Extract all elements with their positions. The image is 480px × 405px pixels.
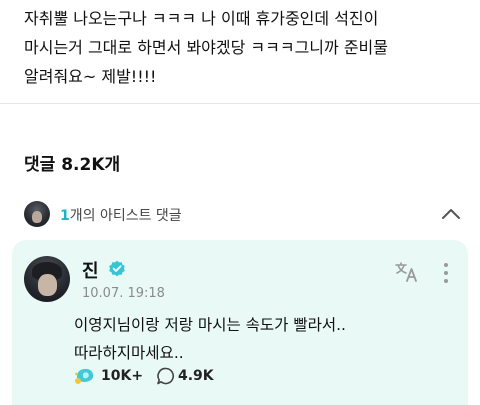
post-body-text: 자취뿔 나오는구나 ㅋㅋㅋ 나 이때 휴가중인데 석진이 마시는거 그대로 하면… bbox=[24, 9, 388, 86]
artist-mini-avatar bbox=[24, 201, 50, 227]
artist-comment-count: 1 bbox=[60, 208, 70, 224]
comments-count-title: 댓글 8.2K개 bbox=[24, 155, 121, 175]
artist-avatar[interactable] bbox=[24, 256, 70, 302]
verified-badge-icon bbox=[109, 260, 125, 277]
artist-comment-label-text: 개의 아티스트 댓글 bbox=[69, 208, 182, 224]
divider bbox=[0, 103, 480, 104]
comment-date: 10.07. 19:18 bbox=[82, 286, 165, 301]
reply-count: 4.9K bbox=[178, 368, 214, 384]
comment-text: 이영지님이랑 저랑 마시는 속도가 빨라서.. 따라하지마세요.. bbox=[74, 316, 346, 362]
more-vertical-icon[interactable] bbox=[438, 262, 454, 284]
translate-icon[interactable] bbox=[394, 260, 420, 284]
artist-name[interactable]: 진 bbox=[82, 257, 99, 283]
artist-comments-toggle[interactable]: 1개의 아티스트 댓글 bbox=[24, 199, 464, 229]
cheer-icon[interactable] bbox=[74, 365, 96, 385]
artist-comment-card: 진 10.07. 19:18 이영지님이랑 저랑 마시는 속도가 빨라서.. 따… bbox=[12, 240, 468, 405]
like-count: 10K+ bbox=[101, 368, 144, 384]
artist-comments-label: 1개의 아티스트 댓글 bbox=[60, 205, 182, 225]
chevron-up-icon[interactable] bbox=[438, 201, 464, 227]
comment-bubble-icon[interactable] bbox=[156, 366, 176, 386]
